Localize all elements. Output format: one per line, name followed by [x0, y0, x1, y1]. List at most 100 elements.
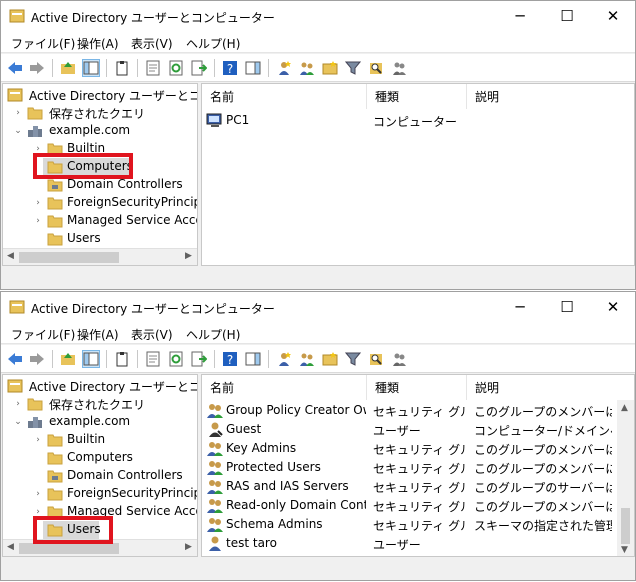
properties-icon[interactable]: [144, 59, 162, 77]
close-button[interactable]: ✕: [590, 292, 635, 322]
show-console-tree-icon[interactable]: [82, 350, 100, 368]
chevron-right-icon[interactable]: ›: [33, 194, 43, 212]
menu-file[interactable]: ファイル(F): [11, 326, 75, 343]
scroll-up-icon[interactable]: ▲: [621, 403, 628, 413]
tree-item-root[interactable]: Active Directory ユーザーとコンピュー: [7, 86, 197, 104]
refresh-icon[interactable]: [167, 350, 185, 368]
column-header-name[interactable]: 名前: [202, 84, 367, 109]
scroll-thumb[interactable]: [19, 252, 119, 263]
tree-item-domain-controllers[interactable]: Domain Controllers: [7, 467, 197, 485]
menu-help[interactable]: ヘルプ(H): [186, 326, 240, 343]
scroll-down-icon[interactable]: ▼: [621, 545, 628, 555]
list-item[interactable]: Group Policy Creator Ow... セキュリティ グル... …: [202, 401, 618, 420]
find-icon[interactable]: [367, 59, 385, 77]
list-item[interactable]: PC1 コンピューター: [202, 111, 634, 130]
column-header-description[interactable]: 説明: [467, 84, 634, 109]
list-item[interactable]: Read-only Domain Contr... セキュリティ グル... こ…: [202, 496, 618, 515]
list-item[interactable]: test taro ユーザー: [202, 534, 618, 553]
column-header-type[interactable]: 種類: [367, 375, 467, 400]
scroll-thumb[interactable]: [621, 508, 630, 544]
scroll-right-icon[interactable]: ▶: [185, 542, 192, 552]
title-bar[interactable]: Active Directory ユーザーとコンピューター ─ ☐ ✕: [1, 292, 635, 322]
filter-icon[interactable]: [344, 350, 362, 368]
new-user-icon[interactable]: [275, 59, 293, 77]
refresh-icon[interactable]: [167, 59, 185, 77]
forward-arrow-icon[interactable]: [28, 350, 46, 368]
menu-help[interactable]: ヘルプ(H): [186, 35, 240, 52]
toolbar-separator: [106, 59, 107, 77]
menu-action[interactable]: 操作(A): [77, 326, 119, 343]
chevron-right-icon[interactable]: ›: [33, 212, 43, 230]
aduc-app-icon: [9, 300, 25, 314]
back-arrow-icon[interactable]: [6, 59, 24, 77]
scroll-right-icon[interactable]: ▶: [185, 251, 192, 261]
horizontal-scrollbar[interactable]: ◀ ▶: [3, 248, 197, 265]
menu-view[interactable]: 表示(V): [131, 35, 173, 52]
up-folder-icon[interactable]: [59, 350, 77, 368]
tree-item-saved-queries[interactable]: › 保存されたクエリ: [7, 104, 197, 122]
list-item[interactable]: Schema Admins セキュリティ グル... スキーマの指定された管理者: [202, 515, 618, 534]
chevron-right-icon[interactable]: ›: [33, 431, 43, 449]
vertical-scrollbar[interactable]: ▲ ▼: [617, 400, 634, 556]
tree-item-managed-service-accounts[interactable]: › Managed Service Accounts: [7, 212, 197, 230]
list-item[interactable]: Protected Users セキュリティ グル... このグループのメンバー…: [202, 458, 618, 477]
title-bar[interactable]: Active Directory ユーザーとコンピューター ─ ☐ ✕: [1, 1, 635, 31]
chevron-down-icon[interactable]: ⌄: [13, 122, 23, 140]
menu-view[interactable]: 表示(V): [131, 326, 173, 343]
action-pane-icon[interactable]: [244, 59, 262, 77]
item-type: セキュリティ グル...: [373, 519, 465, 533]
list-item[interactable]: RAS and IAS Servers セキュリティ グル... このグループの…: [202, 477, 618, 496]
maximize-button[interactable]: ☐: [544, 292, 590, 322]
help-icon[interactable]: ?: [221, 59, 239, 77]
column-header-description[interactable]: 説明: [467, 375, 618, 400]
forward-arrow-icon[interactable]: [28, 59, 46, 77]
column-header-type[interactable]: 種類: [367, 84, 467, 109]
minimize-button[interactable]: ─: [497, 292, 543, 322]
clipboard-icon[interactable]: [113, 59, 131, 77]
filter-icon[interactable]: [344, 59, 362, 77]
minimize-button[interactable]: ─: [497, 1, 543, 31]
tree-item-root[interactable]: Active Directory ユーザーとコンピュー: [7, 377, 197, 395]
properties-icon[interactable]: [144, 350, 162, 368]
tree-item-computers[interactable]: Computers: [7, 449, 197, 467]
export-list-icon[interactable]: [190, 350, 208, 368]
back-arrow-icon[interactable]: [6, 350, 24, 368]
clipboard-icon[interactable]: [113, 350, 131, 368]
find-icon[interactable]: [367, 350, 385, 368]
tree-item-builtin[interactable]: › Builtin: [7, 431, 197, 449]
menu-file[interactable]: ファイル(F): [11, 35, 75, 52]
svg-text:?: ?: [227, 62, 233, 76]
maximize-button[interactable]: ☐: [544, 1, 590, 31]
new-ou-icon[interactable]: [321, 350, 339, 368]
chevron-right-icon[interactable]: ›: [13, 395, 23, 413]
scroll-thumb[interactable]: [19, 543, 119, 554]
tree-item-foreign-security-principals[interactable]: › ForeignSecurityPrincipals: [7, 194, 197, 212]
window-title: Active Directory ユーザーとコンピューター: [31, 302, 275, 316]
help-icon[interactable]: ?: [221, 350, 239, 368]
list-item[interactable]: Key Admins セキュリティ グル... このグループのメンバーは、ド..…: [202, 439, 618, 458]
tree-item-foreign-security-principals[interactable]: › ForeignSecurityPrincipals: [7, 485, 197, 503]
up-folder-icon[interactable]: [59, 59, 77, 77]
tree-item-saved-queries[interactable]: › 保存されたクエリ: [7, 395, 197, 413]
show-console-tree-icon[interactable]: [82, 59, 100, 77]
list-item[interactable]: Guest ユーザー コンピューター/ドメインへのゲ...: [202, 420, 618, 439]
new-user-icon[interactable]: [275, 350, 293, 368]
chevron-right-icon[interactable]: ›: [13, 104, 23, 122]
add-to-group-icon[interactable]: [390, 350, 408, 368]
action-pane-icon[interactable]: [244, 350, 262, 368]
add-to-group-icon[interactable]: [390, 59, 408, 77]
scroll-left-icon[interactable]: ◀: [7, 251, 14, 261]
new-group-icon[interactable]: [298, 59, 316, 77]
chevron-down-icon[interactable]: ⌄: [13, 413, 23, 431]
close-button[interactable]: ✕: [590, 1, 635, 31]
chevron-right-icon[interactable]: ›: [33, 485, 43, 503]
menu-action[interactable]: 操作(A): [77, 35, 119, 52]
tree-item-domain[interactable]: ⌄ example.com: [7, 413, 197, 431]
tree-item-users[interactable]: Users: [7, 230, 197, 248]
column-header-name[interactable]: 名前: [202, 375, 367, 400]
new-ou-icon[interactable]: [321, 59, 339, 77]
export-list-icon[interactable]: [190, 59, 208, 77]
new-group-icon[interactable]: [298, 350, 316, 368]
scroll-left-icon[interactable]: ◀: [7, 542, 14, 552]
tree-item-domain[interactable]: ⌄ example.com: [7, 122, 197, 140]
